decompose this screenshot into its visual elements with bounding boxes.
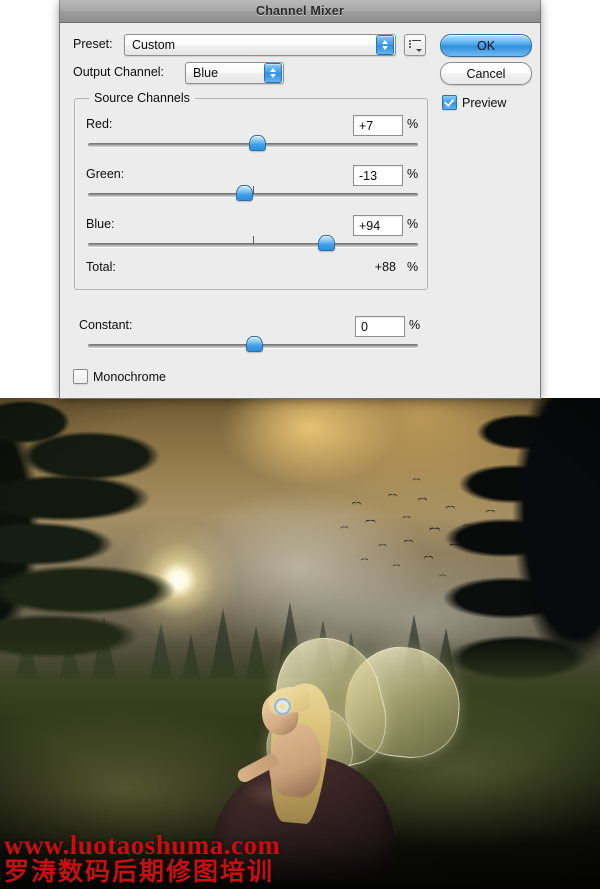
- blue-value-input[interactable]: +94: [353, 215, 403, 236]
- blue-label: Blue:: [86, 217, 115, 231]
- output-channel-stepper[interactable]: [264, 63, 282, 83]
- channel-mixer-dialog: Channel Mixer Preset: Custom Output Chan…: [60, 0, 540, 398]
- constant-slider[interactable]: [88, 336, 418, 352]
- red-label: Red:: [86, 117, 113, 131]
- ok-button[interactable]: OK: [440, 34, 532, 57]
- preview-checkbox-label: Preview: [462, 95, 507, 110]
- monochrome-checkbox-box: [73, 369, 88, 384]
- constant-percent-symbol: %: [409, 318, 421, 332]
- total-percent-symbol: %: [407, 260, 419, 274]
- green-percent-symbol: %: [407, 167, 419, 181]
- preset-stepper[interactable]: [376, 35, 394, 55]
- preset-options-button[interactable]: [404, 34, 426, 56]
- green-label: Green:: [86, 167, 125, 181]
- dialog-titlebar[interactable]: Channel Mixer: [60, 0, 540, 23]
- stepper-up-icon: [382, 40, 388, 44]
- preset-combo[interactable]: Custom: [124, 34, 396, 56]
- monochrome-checkbox[interactable]: Monochrome: [73, 369, 166, 384]
- red-percent-symbol: %: [407, 117, 419, 131]
- preview-checkbox-box: [442, 95, 457, 110]
- stepper-up-icon: [270, 68, 276, 72]
- screenshot-root: www.luotaoshuma.com 罗涛数码后期修图培训 Channel M…: [0, 0, 600, 889]
- source-channels-title: Source Channels: [89, 91, 195, 105]
- blue-slider-center-tick: [253, 236, 254, 244]
- stepper-down-icon: [382, 46, 388, 50]
- blue-percent-symbol: %: [407, 217, 419, 231]
- red-value-input[interactable]: +7: [353, 115, 403, 136]
- preset-value: Custom: [132, 38, 176, 52]
- cancel-button-label: Cancel: [466, 66, 506, 81]
- chevron-down-icon: [416, 48, 422, 52]
- blue-slider-thumb[interactable]: [318, 235, 336, 251]
- red-slider-thumb[interactable]: [248, 135, 266, 151]
- total-value: +88: [374, 260, 396, 274]
- green-slider-center-tick: [253, 186, 254, 194]
- preset-label: Preset:: [73, 37, 113, 51]
- constant-label: Constant:: [79, 318, 133, 332]
- blue-value: +94: [359, 218, 381, 233]
- green-slider-thumb[interactable]: [235, 185, 253, 201]
- constant-value-input[interactable]: 0: [355, 316, 405, 337]
- ok-button-label: OK: [476, 38, 496, 53]
- constant-value: 0: [361, 319, 368, 334]
- monochrome-checkbox-label: Monochrome: [93, 369, 166, 384]
- green-slider[interactable]: [88, 185, 418, 201]
- photo-vignette: [0, 398, 600, 889]
- green-value-input[interactable]: -13: [353, 165, 403, 186]
- output-channel-combo[interactable]: Blue: [185, 62, 284, 84]
- output-channel-value: Blue: [193, 66, 219, 80]
- red-slider[interactable]: [88, 135, 418, 151]
- dialog-title: Channel Mixer: [255, 4, 345, 18]
- dialog-body: Preset: Custom Output Channel: Blue OK C…: [60, 23, 540, 398]
- preset-options-icon: [409, 39, 422, 52]
- stepper-down-icon: [270, 74, 276, 78]
- cancel-button[interactable]: Cancel: [440, 62, 532, 85]
- photo-canvas: www.luotaoshuma.com 罗涛数码后期修图培训: [0, 398, 600, 889]
- total-label: Total:: [86, 260, 116, 274]
- preview-checkbox[interactable]: Preview: [442, 95, 506, 110]
- output-channel-label: Output Channel:: [73, 65, 165, 79]
- constant-slider-thumb[interactable]: [245, 336, 263, 352]
- blue-slider[interactable]: [88, 235, 418, 251]
- green-value: -13: [359, 168, 378, 183]
- red-value: +7: [359, 118, 374, 133]
